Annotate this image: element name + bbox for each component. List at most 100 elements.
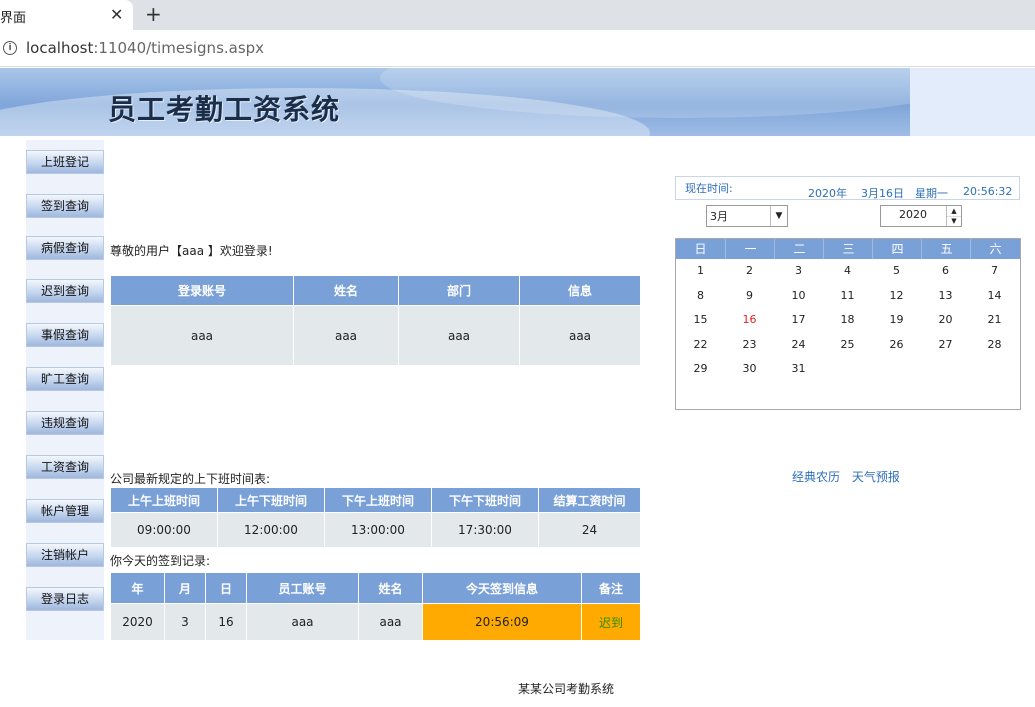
calendar-day[interactable]: 22 (676, 333, 725, 357)
url-host: localhost (26, 39, 94, 57)
column-header: 月 (164, 572, 206, 604)
calendar-day[interactable]: 30 (725, 357, 774, 381)
signin-record-table: 年 月 日 员工账号 姓名 今天签到信息 备注 2020 3 16 aaa aa… (110, 572, 641, 641)
spin-down-icon[interactable]: ▼ (946, 216, 961, 226)
url-text[interactable]: localhost:11040/timesigns.aspx (26, 39, 264, 57)
column-header: 姓名 (358, 572, 423, 604)
calendar-day[interactable]: 14 (970, 284, 1019, 308)
calendar-day[interactable]: 4 (823, 259, 872, 283)
weekday-label: 五 (921, 239, 971, 259)
calendar-day[interactable]: 6 (921, 259, 970, 283)
calendar-day[interactable]: 23 (725, 333, 774, 357)
sidebar-item-salary[interactable]: 工资查询 (26, 455, 104, 479)
year-value: 2020 (899, 208, 927, 221)
calendar-day[interactable]: 11 (823, 284, 872, 308)
table-cell: 12:00:00 (217, 512, 325, 548)
calendar-day[interactable]: 25 (823, 333, 872, 357)
calendar-day[interactable]: 13 (921, 284, 970, 308)
new-tab-icon[interactable]: + (145, 2, 162, 26)
sidebar-item-checkin[interactable]: 上班登记 (26, 150, 104, 174)
calendar-day[interactable]: 12 (872, 284, 921, 308)
extra-links: 经典农历 天气预报 (792, 468, 908, 485)
weekday-label: 六 (970, 239, 1020, 259)
lunar-calendar-link[interactable]: 经典农历 (792, 470, 840, 484)
table-cell: 09:00:00 (110, 512, 218, 548)
calendar-day[interactable]: 5 (872, 259, 921, 283)
calendar-day-today[interactable]: 16 (725, 308, 774, 332)
clock-date: 3月16日 (861, 187, 904, 200)
calendar-day[interactable]: 31 (774, 357, 823, 381)
sidebar-item-absence[interactable]: 旷工查询 (26, 367, 104, 391)
table-cell: 16 (205, 603, 247, 641)
browser-tab-strip: 界面 ✕ + (0, 0, 1035, 30)
column-header: 姓名 (293, 275, 399, 306)
weekday-label: 二 (774, 239, 824, 259)
calendar-day[interactable]: 27 (921, 333, 970, 357)
calendar-day[interactable]: 18 (823, 308, 872, 332)
calendar-day[interactable]: 29 (676, 357, 725, 381)
calendar-day[interactable]: 3 (774, 259, 823, 283)
calendar-day[interactable]: 15 (676, 308, 725, 332)
footer-text: 某某公司考勤系统 (518, 682, 615, 696)
sidebar-item-account[interactable]: 帐户管理 (26, 499, 104, 523)
address-bar[interactable]: i localhost:11040/timesigns.aspx (0, 30, 1035, 67)
sidebar-item-logout[interactable]: 注销帐户 (26, 543, 104, 567)
calendar-day[interactable]: 21 (970, 308, 1019, 332)
table-header-row: 登录账号 姓名 部门 信息 (110, 275, 641, 306)
info-icon[interactable]: i (3, 41, 17, 55)
browser-tab[interactable]: 界面 ✕ (0, 0, 133, 30)
calendar-day[interactable]: 7 (970, 259, 1019, 283)
column-header: 今天签到信息 (422, 572, 582, 604)
sidebar-item-login-log[interactable]: 登录日志 (26, 587, 104, 611)
month-value: 3月 (710, 210, 728, 223)
calendar-day[interactable]: 10 (774, 284, 823, 308)
calendar: 日 一 二 三 四 五 六 1 2 3 4 5 6 7 8 9 10 11 12 13 14 15 16 17 1… (675, 238, 1021, 410)
column-header: 部门 (398, 275, 520, 306)
close-tab-icon[interactable]: ✕ (110, 5, 123, 24)
schedule-caption: 公司最新规定的上下班时间表: (110, 472, 271, 486)
calendar-day[interactable]: 9 (725, 284, 774, 308)
table-header-row: 年 月 日 员工账号 姓名 今天签到信息 备注 (110, 572, 641, 604)
calendar-day[interactable]: 19 (872, 308, 921, 332)
table-cell: aaa (110, 305, 294, 366)
sidebar-item-sick-leave[interactable]: 病假查询 (26, 236, 104, 260)
clock-weekday: 星期一 (915, 187, 948, 200)
weekday-label: 日 (694, 242, 707, 256)
month-select[interactable]: 3月 ▼ (706, 205, 788, 227)
header-banner: 员工考勤工资系统 (0, 68, 910, 136)
sidebar-item-violation[interactable]: 违规查询 (26, 411, 104, 435)
chevron-down-icon[interactable]: ▼ (770, 206, 787, 226)
weekday-label: 四 (872, 239, 922, 259)
current-time-display: 现在时间: 2020年 3月16日 星期一 20:56:32 (675, 176, 1020, 200)
sidebar-item-personal-leave[interactable]: 事假查询 (26, 323, 104, 347)
clock-label: 现在时间: (685, 182, 733, 195)
banner-right-panel (910, 68, 1035, 136)
system-title: 员工考勤工资系统 (108, 93, 341, 126)
calendar-day[interactable]: 26 (872, 333, 921, 357)
calendar-day[interactable]: 28 (970, 333, 1019, 357)
table-cell: aaa (358, 603, 423, 641)
work-schedule-table: 上午上班时间 上午下班时间 下午上班时间 下午下班时间 结算工资时间 09:00… (110, 487, 641, 548)
column-header: 登录账号 (110, 275, 294, 306)
table-header-row: 上午上班时间 上午下班时间 下午上班时间 下午下班时间 结算工资时间 (110, 487, 641, 513)
calendar-day[interactable]: 1 (676, 259, 725, 283)
table-row: 2020 3 16 aaa aaa 20:56:09 迟到 (110, 603, 641, 641)
calendar-day[interactable]: 20 (921, 308, 970, 332)
calendar-day[interactable]: 17 (774, 308, 823, 332)
sidebar-item-late-query[interactable]: 迟到查询 (26, 279, 104, 303)
calendar-day[interactable]: 2 (725, 259, 774, 283)
weather-forecast-link[interactable]: 天气预报 (852, 470, 900, 484)
table-cell: aaa (398, 305, 520, 366)
column-header: 备注 (581, 572, 641, 604)
url-path: :11040/timesigns.aspx (93, 39, 265, 57)
calendar-day[interactable]: 8 (676, 284, 725, 308)
column-header: 员工账号 (246, 572, 359, 604)
column-header: 信息 (519, 275, 641, 306)
sidebar-item-signin-query[interactable]: 签到查询 (26, 194, 104, 218)
table-row: aaa aaa aaa aaa (110, 305, 641, 366)
calendar-day[interactable]: 24 (774, 333, 823, 357)
year-spinner[interactable]: 2020 ▲ ▼ (880, 205, 962, 227)
weekday-label: 一 (725, 239, 775, 259)
table-cell: 3 (164, 603, 206, 641)
calendar-weekday-header: 日 一 二 三 四 五 六 (676, 239, 1020, 259)
